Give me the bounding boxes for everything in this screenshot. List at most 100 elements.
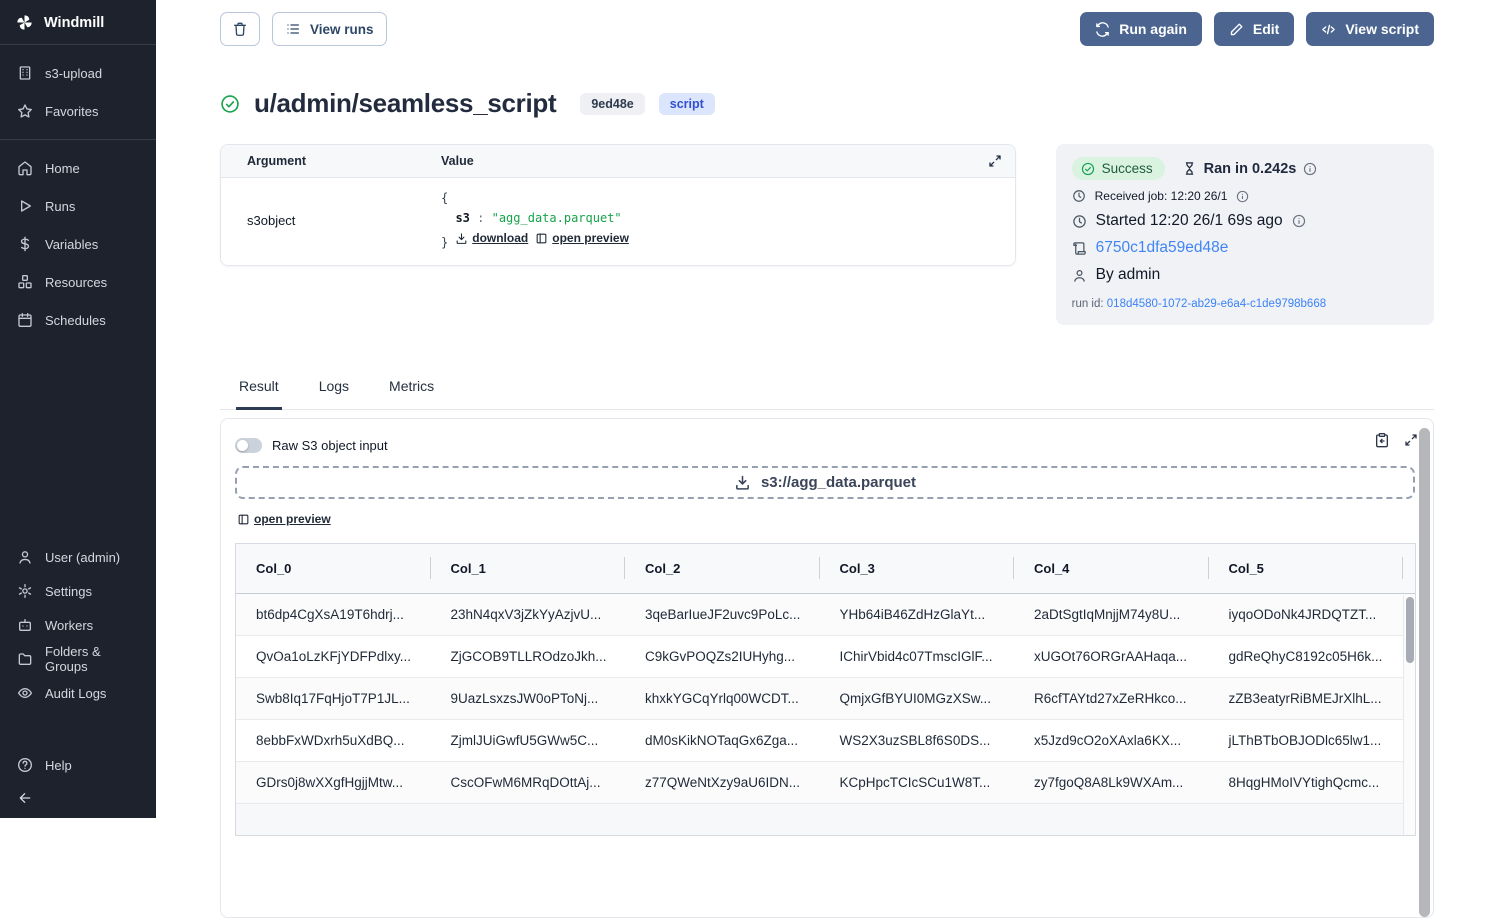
sidebar-item-workers[interactable]: Workers	[0, 608, 156, 642]
open-preview-link[interactable]: open preview	[237, 512, 331, 526]
info-icon[interactable]	[1292, 214, 1306, 228]
run-id-link[interactable]: 018d4580-1072-ab29-e6a4-c1de9798b668	[1107, 298, 1326, 310]
sidebar-item-label: Folders & Groups	[45, 644, 139, 674]
run-id-label: run id:	[1072, 298, 1104, 310]
json-colon: :	[477, 211, 484, 225]
windmill-logo-icon	[15, 13, 34, 32]
download-icon	[734, 474, 751, 491]
table-scrollbar[interactable]	[1403, 595, 1415, 835]
app-logo[interactable]: Windmill	[0, 0, 156, 44]
sidebar-item-runs[interactable]: Runs	[0, 187, 156, 225]
hourglass-icon	[1182, 161, 1197, 176]
delete-button[interactable]	[220, 12, 260, 46]
main-content: View runs Run again Edit View script u/a…	[156, 0, 1493, 818]
raw-s3-toggle[interactable]	[235, 438, 262, 453]
user-icon	[1072, 268, 1087, 283]
job-hash-link[interactable]: 6750c1dfa59ed48e	[1096, 239, 1229, 257]
boxes-icon	[17, 274, 33, 290]
sidebar-item-s3-upload[interactable]: s3-upload	[0, 54, 156, 92]
page-title: u/admin/seamless_script	[254, 88, 556, 119]
collapse-sidebar-icon[interactable]	[17, 790, 33, 806]
arguments-table: Argument Value s3object { s3 : "agg_data…	[220, 144, 1016, 266]
expand-icon[interactable]	[987, 153, 1003, 169]
panel-preview-icon	[237, 513, 250, 526]
raw-s3-toggle-label: Raw S3 object input	[272, 438, 388, 453]
table-header-row: Col_0 Col_1 Col_2 Col_3 Col_4 Col_5	[236, 544, 1415, 594]
view-script-button[interactable]: View script	[1306, 12, 1434, 46]
column-header[interactable]: Col_2	[625, 561, 820, 576]
sidebar-item-variables[interactable]: Variables	[0, 225, 156, 263]
table-cell: bt6dp4CgXsA19T6hdrj...	[236, 607, 431, 622]
column-header[interactable]: Col_3	[820, 561, 1015, 576]
type-badge: script	[659, 93, 715, 115]
table-cell: 2aDtSgtIqMnjjM74y8U...	[1014, 607, 1209, 622]
table-cell: ZjGCOB9TLLROdzoJkh...	[431, 649, 626, 664]
calendar-icon	[17, 312, 33, 328]
value-column-header: Value	[441, 154, 987, 168]
table-cell: jLThBTbOBJODlc65lw1...	[1209, 733, 1404, 748]
sidebar-item-folders-groups[interactable]: Folders & Groups	[0, 642, 156, 676]
sidebar-item-label: Home	[45, 161, 80, 176]
download-link[interactable]: download	[455, 229, 528, 249]
sidebar-item-label: Settings	[45, 584, 92, 599]
check-circle-icon	[1081, 162, 1095, 176]
column-header[interactable]: Col_1	[431, 561, 626, 576]
sidebar-item-audit-logs[interactable]: Audit Logs	[0, 676, 156, 710]
sidebar-item-label: Variables	[45, 237, 98, 252]
info-icon[interactable]	[1236, 190, 1249, 203]
run-again-button[interactable]: Run again	[1080, 12, 1202, 46]
tab-logs[interactable]: Logs	[316, 378, 352, 410]
sidebar-item-label: s3-upload	[45, 66, 102, 81]
sidebar-item-label: Workers	[45, 618, 93, 633]
table-cell: 8HqgHMoIVYtighQcmc...	[1209, 775, 1404, 790]
view-runs-button[interactable]: View runs	[272, 12, 387, 46]
result-data-table: Col_0 Col_1 Col_2 Col_3 Col_4 Col_5 bt6d…	[235, 543, 1416, 836]
clock-icon	[1072, 189, 1086, 203]
sidebar-item-resources[interactable]: Resources	[0, 263, 156, 301]
table-row: Swb8Iq17FqHjoT7P1JL... 9UazLsxzsJW0oPToN…	[236, 678, 1415, 720]
sidebar-item-user[interactable]: User (admin)	[0, 540, 156, 574]
argument-value: { s3 : "agg_data.parquet" }downloadopen …	[441, 189, 1015, 253]
table-cell: iyqoODoNk4JRDQTZT...	[1209, 607, 1404, 622]
sidebar-item-schedules[interactable]: Schedules	[0, 301, 156, 339]
maximize-icon[interactable]	[1403, 432, 1419, 448]
code-icon	[1321, 22, 1336, 37]
status-label: Success	[1102, 161, 1153, 176]
s3-file-download[interactable]: s3://agg_data.parquet	[235, 466, 1415, 499]
author-text: By admin	[1096, 266, 1161, 284]
table-cell: gdReQhyC8192c05H6k...	[1209, 649, 1404, 664]
argument-column-header: Argument	[221, 154, 441, 168]
table-cell: Swb8Iq17FqHjoT7P1JL...	[236, 691, 431, 706]
sidebar-item-label: Favorites	[45, 104, 98, 119]
tab-result[interactable]: Result	[236, 378, 282, 410]
table-cell: 9UazLsxzsJW0oPToNj...	[431, 691, 626, 706]
column-header[interactable]: Col_0	[236, 561, 431, 576]
sidebar-item-settings[interactable]: Settings	[0, 574, 156, 608]
column-header[interactable]: Col_4	[1014, 561, 1209, 576]
tab-metrics[interactable]: Metrics	[386, 378, 437, 410]
clipboard-copy-icon[interactable]	[1374, 432, 1390, 448]
sidebar-item-favorites[interactable]: Favorites	[0, 92, 156, 130]
table-cell: dM0sKikNOTaqGx6Zga...	[625, 733, 820, 748]
table-cell: x5Jzd9cO2oXAxla6KX...	[1014, 733, 1209, 748]
sidebar-item-home[interactable]: Home	[0, 149, 156, 187]
sidebar-item-help[interactable]: Help	[0, 748, 156, 782]
sidebar-item-label: Resources	[45, 275, 107, 290]
edit-button[interactable]: Edit	[1214, 12, 1294, 46]
table-cell: QmjxGfBYUI0MGzXSw...	[820, 691, 1015, 706]
run-again-label: Run again	[1119, 21, 1187, 37]
clock-icon	[1072, 214, 1087, 229]
result-tabs: Result Logs Metrics	[220, 378, 1434, 410]
table-cell: 23hN4qxV3jZkYyAzjvU...	[431, 607, 626, 622]
open-preview-link[interactable]: open preview	[535, 229, 629, 249]
open-preview-label: open preview	[254, 512, 331, 526]
column-header[interactable]: Col_5	[1209, 561, 1404, 576]
duration-text: Ran in 0.242s	[1204, 161, 1297, 177]
info-icon[interactable]	[1303, 162, 1317, 176]
table-row: bt6dp4CgXsA19T6hdrj... 23hN4qxV3jZkYyAzj…	[236, 594, 1415, 636]
table-row: GDrs0j8wXXgfHgjjMtw... CscOFwM6MRqDOttAj…	[236, 762, 1415, 804]
panel-scrollbar[interactable]	[1419, 428, 1430, 917]
panel-scrollbar-thumb[interactable]	[1419, 428, 1430, 917]
refresh-icon	[1095, 22, 1110, 37]
table-scrollbar-thumb[interactable]	[1406, 597, 1414, 663]
